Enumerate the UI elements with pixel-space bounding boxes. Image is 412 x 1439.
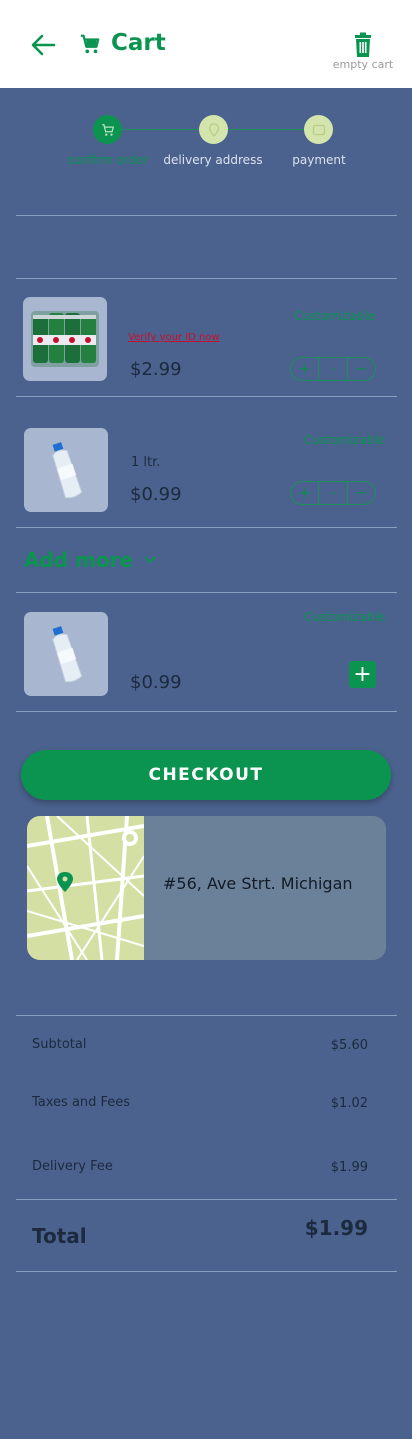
step-payment[interactable] xyxy=(304,115,333,144)
divider xyxy=(16,396,397,397)
product-image-water xyxy=(24,428,108,512)
checkout-button[interactable]: CHECKOUT xyxy=(21,750,391,800)
beer-cans-image xyxy=(31,311,99,367)
product-image-beer xyxy=(23,297,107,381)
map-thumbnail xyxy=(27,816,145,960)
card-icon xyxy=(312,124,325,135)
back-arrow-icon[interactable] xyxy=(28,30,58,60)
decrease-button[interactable]: − xyxy=(346,482,375,504)
divider xyxy=(16,527,397,528)
stepper-line xyxy=(228,129,304,130)
item-price: $0.99 xyxy=(130,672,182,693)
delivery-fee-label: Delivery Fee xyxy=(32,1159,113,1174)
product-image-water xyxy=(24,612,108,696)
subtotal-label: Subtotal xyxy=(32,1037,87,1052)
quantity-value: - xyxy=(318,482,346,504)
customizable-label[interactable]: Customizable xyxy=(304,610,385,624)
divider xyxy=(16,592,397,593)
add-more-label: Add more xyxy=(24,548,134,572)
cart-icon xyxy=(80,34,100,54)
verify-id-link[interactable]: Verify your ID now xyxy=(128,332,220,343)
map-image xyxy=(27,816,145,960)
step-delivery-address[interactable] xyxy=(199,115,228,144)
address-card[interactable]: #56, Ave Strt. Michigan xyxy=(27,816,386,960)
trash-icon[interactable] xyxy=(351,32,375,58)
quantity-value: - xyxy=(318,358,346,380)
app-header: Cart empty cart xyxy=(0,0,412,88)
step-label-payment: payment xyxy=(292,153,346,167)
divider xyxy=(16,278,397,279)
item-price: $2.99 xyxy=(130,359,182,380)
taxes-label: Taxes and Fees xyxy=(32,1095,131,1110)
water-bottle-image xyxy=(52,626,83,683)
increase-button[interactable]: + xyxy=(291,358,318,380)
item-price: $0.99 xyxy=(130,484,182,505)
add-item-button[interactable]: + xyxy=(349,661,376,688)
divider xyxy=(16,1271,397,1272)
add-more-toggle[interactable]: Add more xyxy=(24,548,157,572)
delivery-fee-value: $1.99 xyxy=(330,1160,368,1175)
customizable-label[interactable]: Customizable xyxy=(304,433,385,447)
total-label: Total xyxy=(32,1224,87,1248)
customizable-label[interactable]: Customizable xyxy=(294,309,375,323)
taxes-value: $1.02 xyxy=(330,1096,368,1111)
cart-icon xyxy=(101,123,114,136)
step-label-confirm-order: confirm order xyxy=(67,153,149,167)
total-value: $1.99 xyxy=(304,1216,368,1240)
quantity-stepper[interactable]: + - − xyxy=(290,481,376,505)
page-title: Cart xyxy=(111,30,166,56)
step-label-delivery-address: delivery address xyxy=(163,153,263,167)
empty-cart-button[interactable]: empty cart xyxy=(328,58,398,71)
stepper-line xyxy=(122,129,200,130)
step-confirm-order[interactable] xyxy=(93,115,122,144)
divider xyxy=(16,215,397,216)
quantity-stepper[interactable]: + - − xyxy=(290,357,376,381)
divider xyxy=(16,1015,397,1016)
divider xyxy=(16,711,397,712)
item-unit: 1 ltr. xyxy=(131,455,161,470)
water-bottle-image xyxy=(52,442,83,499)
subtotal-value: $5.60 xyxy=(330,1038,368,1053)
divider xyxy=(16,1199,397,1200)
increase-button[interactable]: + xyxy=(291,482,318,504)
location-pin-icon xyxy=(208,122,219,137)
decrease-button[interactable]: − xyxy=(346,358,375,380)
chevron-down-icon xyxy=(144,556,156,564)
delivery-address-text: #56, Ave Strt. Michigan xyxy=(163,874,353,893)
